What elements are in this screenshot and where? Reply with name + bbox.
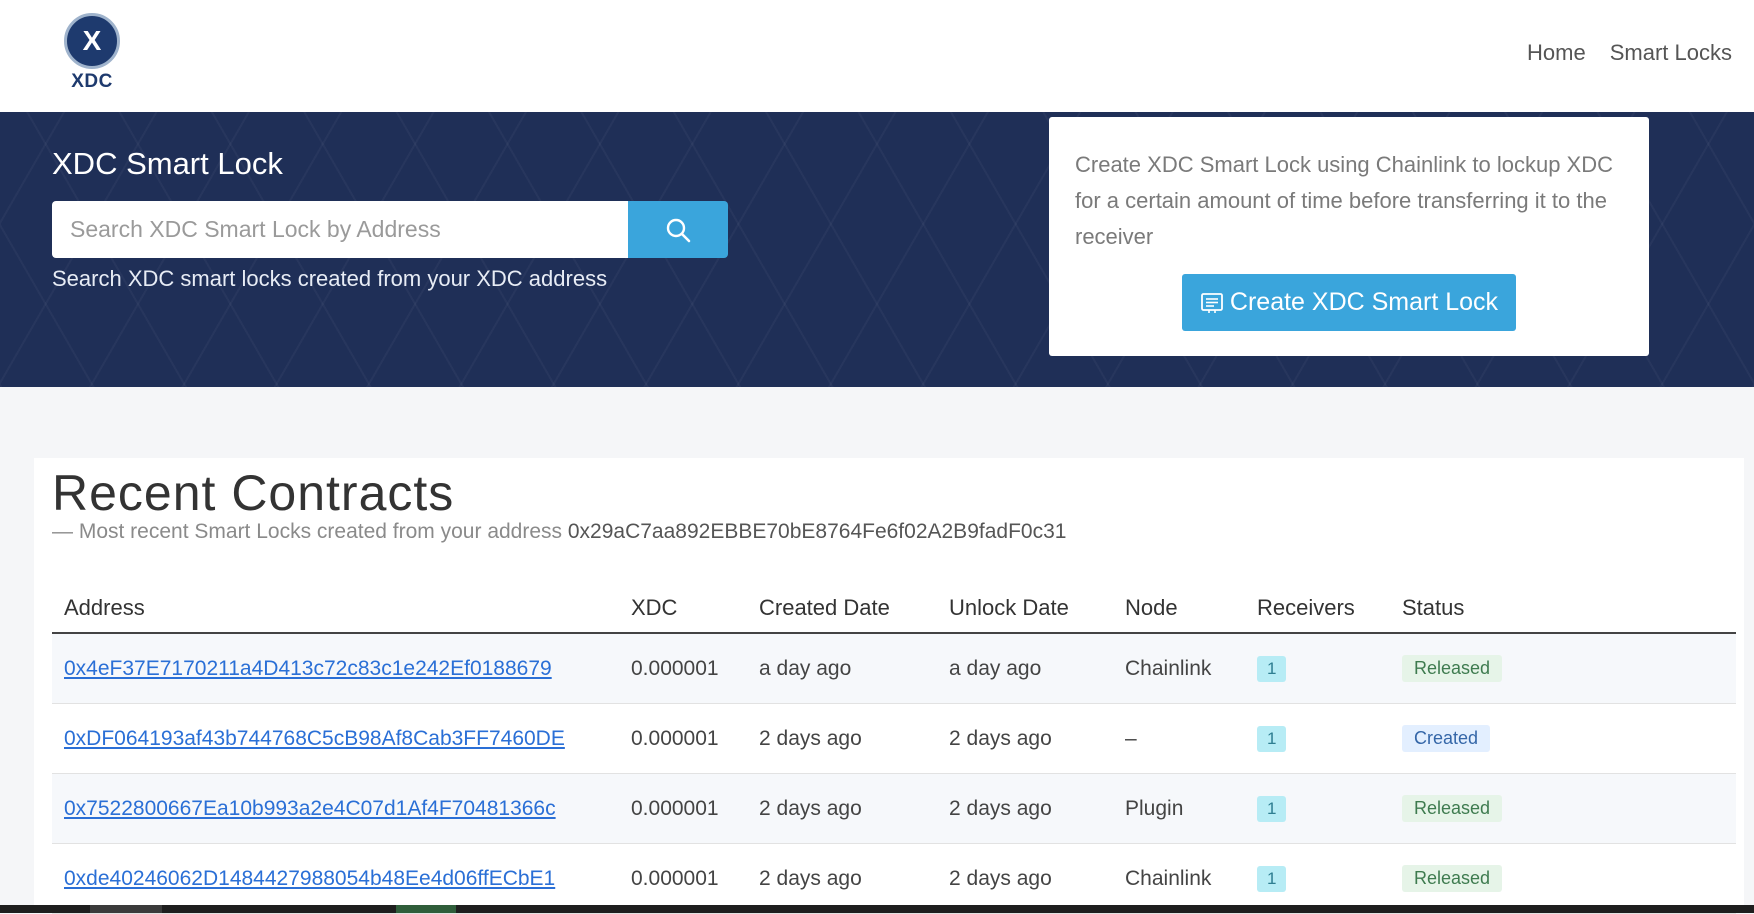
search-icon bbox=[666, 218, 691, 242]
user-address: 0x29aC7aa892EBBE70bE8764Fe6f02A2B9fadF0c… bbox=[567, 520, 1067, 543]
created-date: a day ago bbox=[747, 633, 937, 704]
contract-address-link[interactable]: 0xde40246062D1484427988054b48Ee4d06ffECb… bbox=[64, 867, 555, 890]
table-row: 0xde40246062D1484427988054b48Ee4d06ffECb… bbox=[52, 843, 1736, 914]
contract-address-link[interactable]: 0xDF064193af43b744768C5cB98Af8Cab3FF7460… bbox=[64, 727, 565, 750]
recent-contracts-subtitle: — Most recent Smart Locks created from y… bbox=[52, 520, 1066, 544]
table-header-row: Address XDC Created Date Unlock Date Nod… bbox=[52, 584, 1736, 634]
col-header-receivers: Receivers bbox=[1245, 584, 1390, 634]
table-row: 0x4eF37E7170211a4D413c72c83c1e242Ef01886… bbox=[52, 633, 1736, 704]
contract-address-link[interactable]: 0x7522800667Ea10b993a2e4C07d1Af4F7048136… bbox=[64, 797, 556, 820]
top-navbar: X XDC Home Smart Locks bbox=[0, 0, 1754, 112]
hero-banner: XDC Smart Lock Search XDC smart locks cr… bbox=[0, 112, 1754, 387]
status-badge: Released bbox=[1402, 655, 1503, 682]
status-badge: Released bbox=[1402, 865, 1503, 892]
col-header-xdc: XDC bbox=[619, 584, 747, 634]
taskbar-item[interactable] bbox=[396, 905, 456, 913]
create-smart-lock-label: Create XDC Smart Lock bbox=[1229, 288, 1499, 316]
create-lock-card: Create XDC Smart Lock using Chainlink to… bbox=[1049, 117, 1649, 356]
col-header-status: Status bbox=[1390, 584, 1736, 634]
col-header-created-date: Created Date bbox=[747, 584, 937, 634]
create-smart-lock-button[interactable]: Create XDC Smart Lock bbox=[1182, 274, 1516, 331]
col-header-node: Node bbox=[1113, 584, 1245, 634]
recent-contracts-panel: Recent Contracts — Most recent Smart Loc… bbox=[34, 458, 1744, 914]
logo-circle-icon: X bbox=[64, 13, 120, 69]
create-description: Create XDC Smart Lock using Chainlink to… bbox=[1075, 152, 1614, 249]
subtitle-dash: — bbox=[52, 520, 73, 543]
receivers-badge: 1 bbox=[1257, 795, 1287, 822]
status-badge: Released bbox=[1402, 795, 1503, 822]
xdc-logo[interactable]: X XDC bbox=[62, 13, 122, 93]
contract-icon bbox=[1201, 292, 1223, 313]
contracts-table: Address XDC Created Date Unlock Date Nod… bbox=[52, 584, 1736, 914]
logo-text: XDC bbox=[71, 71, 113, 92]
search-input[interactable] bbox=[52, 201, 628, 258]
xdc-amount: 0.000001 bbox=[619, 773, 747, 844]
subtitle-text: Most recent Smart Locks created from you… bbox=[78, 520, 563, 543]
receivers-badge: 1 bbox=[1257, 655, 1287, 682]
hero-title: XDC Smart Lock bbox=[52, 146, 283, 181]
created-date: 2 days ago bbox=[747, 773, 937, 844]
node-name: – bbox=[1113, 703, 1245, 774]
taskbar-item[interactable] bbox=[90, 905, 162, 913]
search-hint: Search XDC smart locks created from your… bbox=[52, 266, 608, 291]
nav-link-smart-locks[interactable]: Smart Locks bbox=[1610, 40, 1732, 66]
xdc-amount: 0.000001 bbox=[619, 633, 747, 704]
xdc-amount: 0.000001 bbox=[619, 703, 747, 774]
unlock-date: 2 days ago bbox=[937, 843, 1113, 914]
recent-contracts-title: Recent Contracts bbox=[52, 465, 455, 521]
receivers-badge: 1 bbox=[1257, 865, 1287, 892]
status-badge: Created bbox=[1402, 725, 1491, 752]
unlock-date: 2 days ago bbox=[937, 773, 1113, 844]
node-name: Plugin bbox=[1113, 773, 1245, 844]
node-name: Chainlink bbox=[1113, 633, 1245, 704]
created-date: 2 days ago bbox=[747, 703, 937, 774]
created-date: 2 days ago bbox=[747, 843, 937, 914]
receivers-badge: 1 bbox=[1257, 725, 1287, 752]
taskbar bbox=[0, 905, 1754, 913]
col-header-unlock-date: Unlock Date bbox=[937, 584, 1113, 634]
unlock-date: 2 days ago bbox=[937, 703, 1113, 774]
xdc-amount: 0.000001 bbox=[619, 843, 747, 914]
table-row: 0x7522800667Ea10b993a2e4C07d1Af4F7048136… bbox=[52, 773, 1736, 844]
node-name: Chainlink bbox=[1113, 843, 1245, 914]
nav-link-home[interactable]: Home bbox=[1527, 40, 1586, 66]
table-row: 0xDF064193af43b744768C5cB98Af8Cab3FF7460… bbox=[52, 703, 1736, 774]
search-group bbox=[52, 201, 728, 258]
unlock-date: a day ago bbox=[937, 633, 1113, 704]
nav-links: Home Smart Locks bbox=[1527, 40, 1732, 66]
contract-address-link[interactable]: 0x4eF37E7170211a4D413c72c83c1e242Ef01886… bbox=[64, 657, 552, 680]
col-header-address: Address bbox=[52, 584, 619, 634]
search-button[interactable] bbox=[628, 201, 728, 258]
